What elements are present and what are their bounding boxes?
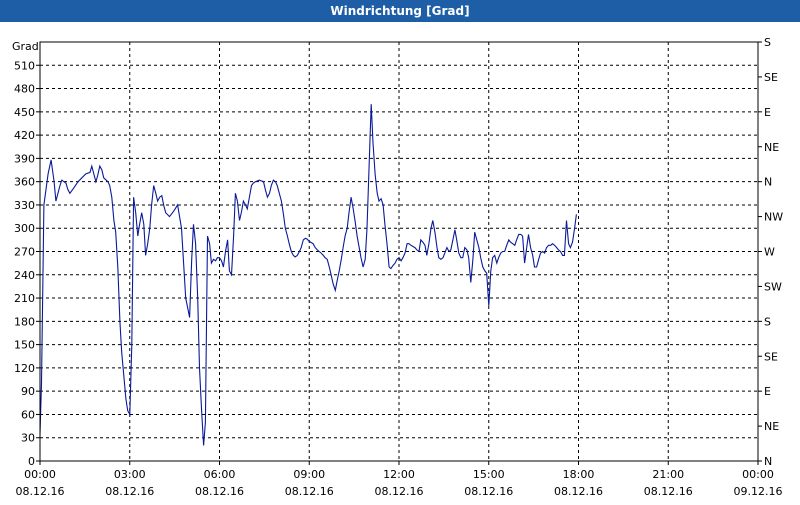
y-tick-label: 210 (14, 292, 35, 305)
x-tick-date: 08.12.16 (464, 485, 513, 498)
x-tick-time: 09:00 (293, 468, 325, 481)
y2-tick-label: NE (764, 141, 779, 154)
y2-tick-label: E (764, 385, 771, 398)
y-tick-label: 270 (14, 246, 35, 259)
x-tick-date: 08.12.16 (195, 485, 244, 498)
x-tick-time: 18:00 (563, 468, 595, 481)
x-tick-time: 00:00 (24, 468, 56, 481)
x-tick-date: 08.12.16 (644, 485, 693, 498)
x-tick-time: 00:00 (742, 468, 774, 481)
x-tick-date: 08.12.16 (554, 485, 603, 498)
y-axis-label: Grad (12, 40, 39, 53)
y-tick-label: 420 (14, 129, 35, 142)
chart-area: Grad 0 30 60 90 120 150 180 210 240 270 300 330 360 3… (0, 22, 800, 500)
y-tick-label: 90 (21, 385, 35, 398)
y-tick-label: 60 (21, 408, 35, 421)
y2-tick-label: SW (764, 280, 782, 293)
y-tick-label: 480 (14, 83, 35, 96)
x-tick-time: 12:00 (383, 468, 415, 481)
y2-tick-label: NW (764, 211, 783, 224)
x-tick-date: 08.12.16 (375, 485, 424, 498)
y2-tick-label: SE (764, 71, 778, 84)
y2-tick-label: N (764, 176, 772, 189)
y-tick-label: 450 (14, 106, 35, 119)
x-tick-time: 03:00 (114, 468, 146, 481)
y-tick-label: 180 (14, 315, 35, 328)
x-tick-date: 08.12.16 (285, 485, 334, 498)
x-tick-time: 21:00 (652, 468, 684, 481)
x-tick-time: 15:00 (473, 468, 505, 481)
y-tick-label: 150 (14, 339, 35, 352)
y-tick-label: 240 (14, 269, 35, 282)
y2-tick-label: NE (764, 420, 779, 433)
y-tick-label: 390 (14, 152, 35, 165)
x-tick-date: 08.12.16 (16, 485, 65, 498)
y2-tick-label: S (764, 36, 771, 49)
y-tick-label: 0 (28, 455, 35, 468)
x-tick-date: 09.12.16 (734, 485, 783, 498)
y-tick-label: 510 (14, 59, 35, 72)
x-tick-date: 08.12.16 (105, 485, 154, 498)
y-tick-label: 330 (14, 199, 35, 212)
y2-tick-label: SE (764, 350, 778, 363)
x-tick-time: 06:00 (204, 468, 236, 481)
wind-direction-chart: Grad 0 30 60 90 120 150 180 210 240 270 300 330 360 3… (12, 36, 783, 498)
y2-tick-label: S (764, 315, 771, 328)
y-tick-label: 120 (14, 362, 35, 375)
y2-tick-label: E (764, 106, 771, 119)
y-tick-label: 360 (14, 176, 35, 189)
y-tick-label: 300 (14, 222, 35, 235)
y-tick-label: 30 (21, 432, 35, 445)
window-title: Windrichtung [Grad] (0, 0, 800, 22)
y2-tick-label: N (764, 455, 772, 468)
y2-tick-label: W (764, 246, 775, 259)
